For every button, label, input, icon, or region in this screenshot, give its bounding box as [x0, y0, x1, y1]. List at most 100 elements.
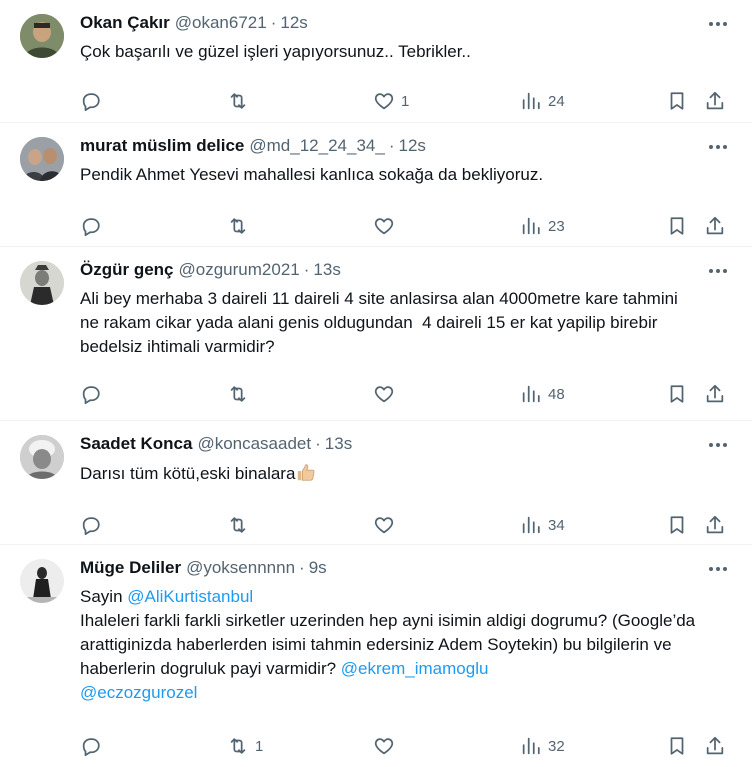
views-chart-icon [522, 217, 540, 235]
tweet[interactable]: Özgür genç @ozgurum2021 · 13s Ali bey me… [0, 247, 752, 421]
tweet-text: Çok başarılı ve güzel işleri yapıyorsunu… [80, 42, 471, 61]
retweet-button[interactable] [227, 90, 255, 112]
tweet-actions: 1 24 [80, 74, 736, 128]
author-handle[interactable]: @koncasaadet [197, 434, 311, 454]
tweet-header: Müge Deliler @yoksennnnn · 9s [80, 557, 736, 579]
reply-button[interactable] [80, 514, 108, 536]
mention-link[interactable]: @ekrem_imamoglu [341, 659, 489, 678]
like-button[interactable]: 1 [373, 90, 409, 112]
author-name[interactable]: Okan Çakır [80, 13, 170, 33]
avatar[interactable] [20, 559, 64, 603]
separator-dot: · [315, 434, 321, 453]
avatar[interactable] [20, 14, 64, 58]
views-button[interactable]: 32 [520, 735, 565, 757]
tweet-header: murat müslim delice @md_12_24_34_ · 12s [80, 135, 736, 157]
tweet-header: Saadet Konca @koncasaadet · 13s [80, 433, 736, 455]
author-name[interactable]: Müge Deliler [80, 558, 181, 578]
retweet-button[interactable] [227, 383, 255, 405]
heart-icon [374, 386, 394, 403]
avatar[interactable] [20, 435, 64, 479]
author-handle[interactable]: @ozgurum2021 [179, 260, 300, 280]
tweet[interactable]: murat müslim delice @md_12_24_34_ · 12s … [0, 123, 752, 247]
reply-button[interactable] [80, 735, 108, 757]
bookmark-button[interactable] [666, 514, 688, 536]
tweet-time[interactable]: 12s [398, 136, 425, 156]
reply-icon [82, 93, 100, 112]
more-dots-icon[interactable] [704, 137, 732, 157]
like-button[interactable] [373, 735, 401, 757]
tweet-header: Okan Çakır @okan6721 · 12s [80, 12, 736, 34]
tweet-text: Darısı tüm kötü,eski binalara [80, 461, 736, 486]
like-button[interactable] [373, 383, 401, 405]
heart-icon [374, 517, 394, 534]
separator-dot: · [299, 558, 305, 577]
reply-button[interactable] [80, 215, 108, 237]
views-chart-icon [522, 737, 540, 755]
tweet-time[interactable]: 13s [325, 434, 352, 454]
retweet-icon [230, 738, 246, 754]
tweet-actions: 34 [80, 498, 736, 552]
tweet-body: Okan Çakır @okan6721 · 12s Çok başarılı … [80, 12, 736, 122]
author-handle[interactable]: @md_12_24_34_ [249, 136, 384, 156]
views-button[interactable]: 23 [520, 215, 565, 237]
heart-icon [374, 93, 394, 110]
share-button[interactable] [704, 383, 726, 405]
avatar[interactable] [20, 137, 64, 181]
share-icon [706, 91, 724, 110]
author-name[interactable]: Saadet Konca [80, 434, 192, 454]
bookmark-button[interactable] [666, 383, 688, 405]
reply-button[interactable] [80, 90, 108, 112]
tweet[interactable]: Okan Çakır @okan6721 · 12s Çok başarılı … [0, 0, 752, 123]
share-button[interactable] [704, 90, 726, 112]
tweet-text: Pendik Ahmet Yesevi mahallesi kanlıca so… [80, 165, 544, 184]
views-chart-icon [522, 92, 540, 110]
more-dots-icon[interactable] [704, 559, 732, 579]
views-button[interactable]: 48 [520, 383, 565, 405]
tweet-time[interactable]: 13s [313, 260, 340, 280]
retweet-icon [230, 218, 246, 234]
retweet-button[interactable] [227, 514, 255, 536]
author-name[interactable]: Özgür genç [80, 260, 174, 280]
bookmark-icon [670, 217, 684, 235]
bookmark-button[interactable] [666, 215, 688, 237]
bookmark-button[interactable] [666, 90, 688, 112]
views-chart-icon [522, 385, 540, 403]
more-dots-icon[interactable] [704, 14, 732, 34]
tweet[interactable]: Saadet Konca @koncasaadet · 13s Darısı t… [0, 421, 752, 545]
reply-button[interactable] [80, 383, 108, 405]
tweet[interactable]: Müge Deliler @yoksennnnn · 9s Sayin @Ali… [0, 545, 752, 767]
like-button[interactable] [373, 514, 401, 536]
mention-link[interactable]: @AliKurtistanbul [127, 587, 253, 606]
author-handle[interactable]: @yoksennnnn [186, 558, 295, 578]
author-handle[interactable]: @okan6721 [175, 13, 267, 33]
views-button[interactable]: 24 [520, 90, 565, 112]
tweet-time[interactable]: 12s [280, 13, 307, 33]
like-button[interactable] [373, 215, 401, 237]
reply-icon [82, 386, 100, 405]
share-icon [706, 736, 724, 755]
tweet-body: Müge Deliler @yoksennnnn · 9s Sayin @Ali… [80, 557, 736, 767]
share-icon [706, 515, 724, 534]
mention-link[interactable]: @eczozgurozel [80, 683, 197, 702]
share-button[interactable] [704, 514, 726, 536]
separator-dot: · [303, 260, 310, 279]
tweet-actions: 48 [80, 367, 736, 421]
share-button[interactable] [704, 215, 726, 237]
more-dots-icon[interactable] [704, 261, 732, 281]
tweet-time[interactable]: 9s [309, 558, 327, 578]
bookmark-icon [670, 737, 684, 755]
author-name[interactable]: murat müslim delice [80, 136, 244, 156]
retweet-button[interactable]: 1 [227, 735, 263, 757]
tweet-text: Ali bey merhaba 3 daireli 11 daireli 4 s… [80, 289, 683, 356]
tweet-body: Özgür genç @ozgurum2021 · 13s Ali bey me… [80, 259, 736, 420]
tweet-text-prefix: Sayin [80, 587, 128, 606]
tweet-actions: 23 [80, 199, 736, 253]
retweet-button[interactable] [227, 215, 255, 237]
bookmark-icon [670, 516, 684, 534]
share-button[interactable] [704, 735, 726, 757]
more-dots-icon[interactable] [704, 435, 732, 455]
bookmark-button[interactable] [666, 735, 688, 757]
reply-icon [82, 738, 100, 757]
views-button[interactable]: 34 [520, 514, 565, 536]
avatar[interactable] [20, 261, 64, 305]
